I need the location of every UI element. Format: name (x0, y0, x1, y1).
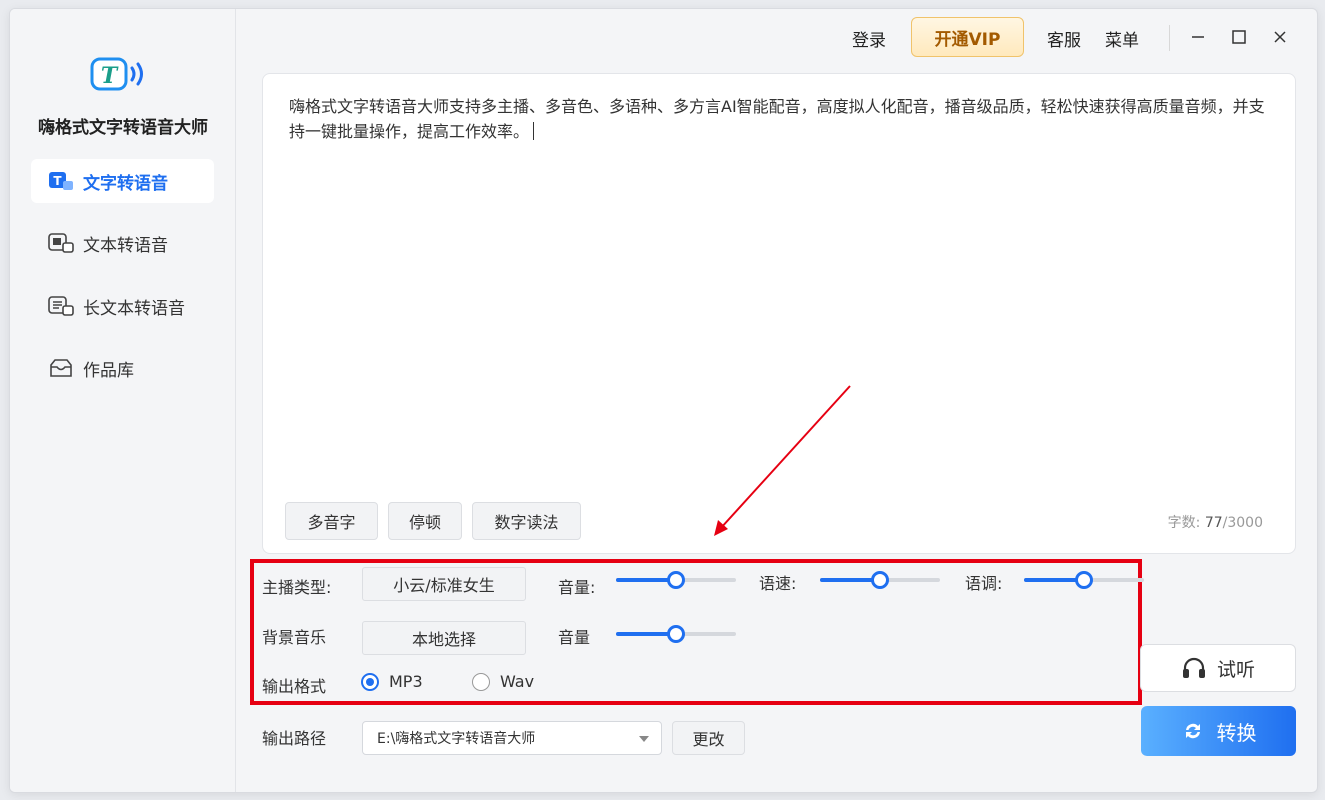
sidebar: T 嗨格式文字转语音大师 T 文字转语音 文本转语音 长文本转语音 作品库 (10, 9, 236, 792)
slider-thumb[interactable] (1075, 571, 1093, 589)
anchor-type-label: 主播类型: (262, 578, 332, 597)
svg-text:T: T (101, 63, 119, 89)
slider-thumb[interactable] (667, 571, 685, 589)
counter-label: 字数: (1167, 515, 1201, 531)
pause-button[interactable]: 停顿 (388, 502, 462, 540)
volume-label: 音量: (558, 578, 596, 597)
bgm-volume-slider[interactable] (616, 624, 736, 644)
menu-link[interactable]: 菜单 (1105, 26, 1139, 51)
bgm-volume-label: 音量 (558, 628, 591, 647)
radio-dot (361, 672, 379, 691)
app-window: T 嗨格式文字转语音大师 T 文字转语音 文本转语音 长文本转语音 作品库 登录… (9, 8, 1318, 793)
pitch-label: 语调: (965, 574, 1003, 593)
convert-label: 转换 (1216, 720, 1257, 745)
close-icon[interactable] (1269, 26, 1291, 48)
long-text-icon (47, 295, 75, 317)
output-format-label: 输出格式 (262, 677, 327, 696)
file-to-speech-icon (47, 232, 75, 254)
login-link[interactable]: 登录 (852, 26, 886, 51)
change-path-button[interactable]: 更改 (672, 721, 745, 755)
volume-slider[interactable] (616, 570, 736, 590)
app-title: 嗨格式文字转语音大师 (38, 118, 208, 138)
char-max: /3000 (1222, 515, 1263, 531)
header-divider (1169, 25, 1170, 51)
sidebar-item-label: 长文本转语音 (83, 298, 185, 319)
sidebar-item-text-to-speech[interactable]: T 文字转语音 (31, 159, 214, 203)
editor-text-content[interactable]: 嗨格式文字转语音大师支持多主播、多音色、多语种、多方言AI智能配音，高度拟人化配… (289, 94, 1279, 144)
vip-button[interactable]: 开通VIP (911, 17, 1024, 57)
app-logo-icon: T (90, 55, 152, 95)
bgm-label: 背景音乐 (262, 628, 327, 647)
annotation-arrow (714, 385, 851, 536)
output-path-select[interactable]: E:\嗨格式文字转语音大师 (362, 721, 662, 755)
char-count: 77 (1204, 515, 1223, 531)
listen-label: 试听 (1216, 658, 1255, 681)
number-reading-button[interactable]: 数字读法 (472, 502, 581, 540)
polyphone-button[interactable]: 多音字 (285, 502, 378, 540)
sidebar-item-label: 文本转语音 (83, 235, 168, 256)
speed-label: 语速: (759, 574, 797, 593)
editor-text: 嗨格式文字转语音大师支持多主播、多音色、多语种、多方言AI智能配音，高度拟人化配… (289, 97, 1265, 141)
pitch-slider[interactable] (1024, 570, 1144, 590)
sidebar-item-long-text[interactable]: 长文本转语音 (31, 284, 214, 328)
text-caret (533, 122, 535, 140)
slider-thumb[interactable] (667, 625, 685, 643)
headphones-icon (1181, 656, 1207, 680)
text-to-speech-icon: T (47, 170, 75, 192)
path-value: E:\嗨格式文字转语音大师 (377, 731, 536, 747)
format-radio-wav[interactable]: Wav (472, 672, 534, 691)
sidebar-item-works[interactable]: 作品库 (31, 346, 214, 390)
char-counter: 字数: 77/3000 (1168, 512, 1263, 532)
sidebar-item-file-to-speech[interactable]: 文本转语音 (31, 221, 214, 265)
bgm-local-select-button[interactable]: 本地选择 (362, 621, 526, 655)
svg-text:T: T (53, 174, 62, 188)
listen-button[interactable]: 试听 (1140, 644, 1296, 692)
speed-slider[interactable] (820, 570, 940, 590)
slider-thumb[interactable] (871, 571, 889, 589)
service-link[interactable]: 客服 (1047, 26, 1081, 51)
maximize-icon[interactable] (1228, 26, 1250, 48)
output-path-label: 输出路径 (262, 729, 327, 748)
anchor-select-button[interactable]: 小云/标准女生 (362, 567, 526, 601)
radio-label: MP3 (389, 672, 423, 691)
chevron-down-icon (639, 736, 649, 742)
sidebar-item-label: 文字转语音 (83, 173, 168, 194)
radio-label: Wav (500, 672, 535, 691)
convert-button[interactable]: 转换 (1141, 706, 1296, 756)
format-radio-mp3[interactable]: MP3 (361, 672, 423, 691)
sidebar-item-label: 作品库 (83, 360, 134, 381)
radio-dot (472, 672, 490, 691)
inbox-icon (47, 357, 75, 379)
minimize-icon[interactable] (1187, 26, 1209, 48)
refresh-icon (1181, 719, 1205, 743)
